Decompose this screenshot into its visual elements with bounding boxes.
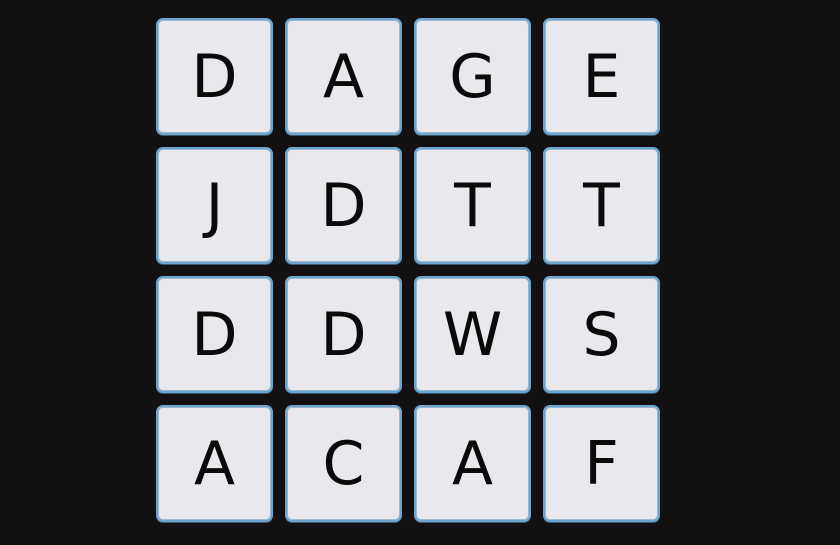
tile-r1-c2[interactable]: A xyxy=(285,18,402,135)
tile-r4-c3[interactable]: A xyxy=(414,405,531,522)
letter-grid: D A G E J D T T D D W S A C A F xyxy=(156,18,662,524)
tile-r1-c1[interactable]: D xyxy=(156,18,273,135)
tile-r3-c1[interactable]: D xyxy=(156,276,273,393)
tile-letter: E xyxy=(582,41,621,112)
tile-letter: D xyxy=(191,41,238,112)
tile-letter: D xyxy=(320,170,367,241)
tile-r3-c2[interactable]: D xyxy=(285,276,402,393)
tile-letter: G xyxy=(449,41,496,112)
tile-letter: A xyxy=(451,428,494,499)
tile-letter: S xyxy=(582,299,621,370)
tile-r2-c3[interactable]: T xyxy=(414,147,531,264)
tile-letter: W xyxy=(442,299,503,370)
tile-letter: F xyxy=(584,428,619,499)
tile-r2-c1[interactable]: J xyxy=(156,147,273,264)
tile-letter: T xyxy=(583,170,620,241)
tile-letter: C xyxy=(322,428,365,499)
tile-r3-c4[interactable]: S xyxy=(543,276,660,393)
tile-r2-c2[interactable]: D xyxy=(285,147,402,264)
tile-letter: T xyxy=(454,170,491,241)
tile-r4-c2[interactable]: C xyxy=(285,405,402,522)
tile-letter: D xyxy=(320,299,367,370)
tile-r4-c4[interactable]: F xyxy=(543,405,660,522)
tile-letter: J xyxy=(205,170,224,241)
tile-r1-c4[interactable]: E xyxy=(543,18,660,135)
tile-r2-c4[interactable]: T xyxy=(543,147,660,264)
tile-letter: D xyxy=(191,299,238,370)
tile-letter: A xyxy=(322,41,365,112)
tile-r1-c3[interactable]: G xyxy=(414,18,531,135)
tile-r4-c1[interactable]: A xyxy=(156,405,273,522)
tile-letter: A xyxy=(193,428,236,499)
tile-r3-c3[interactable]: W xyxy=(414,276,531,393)
